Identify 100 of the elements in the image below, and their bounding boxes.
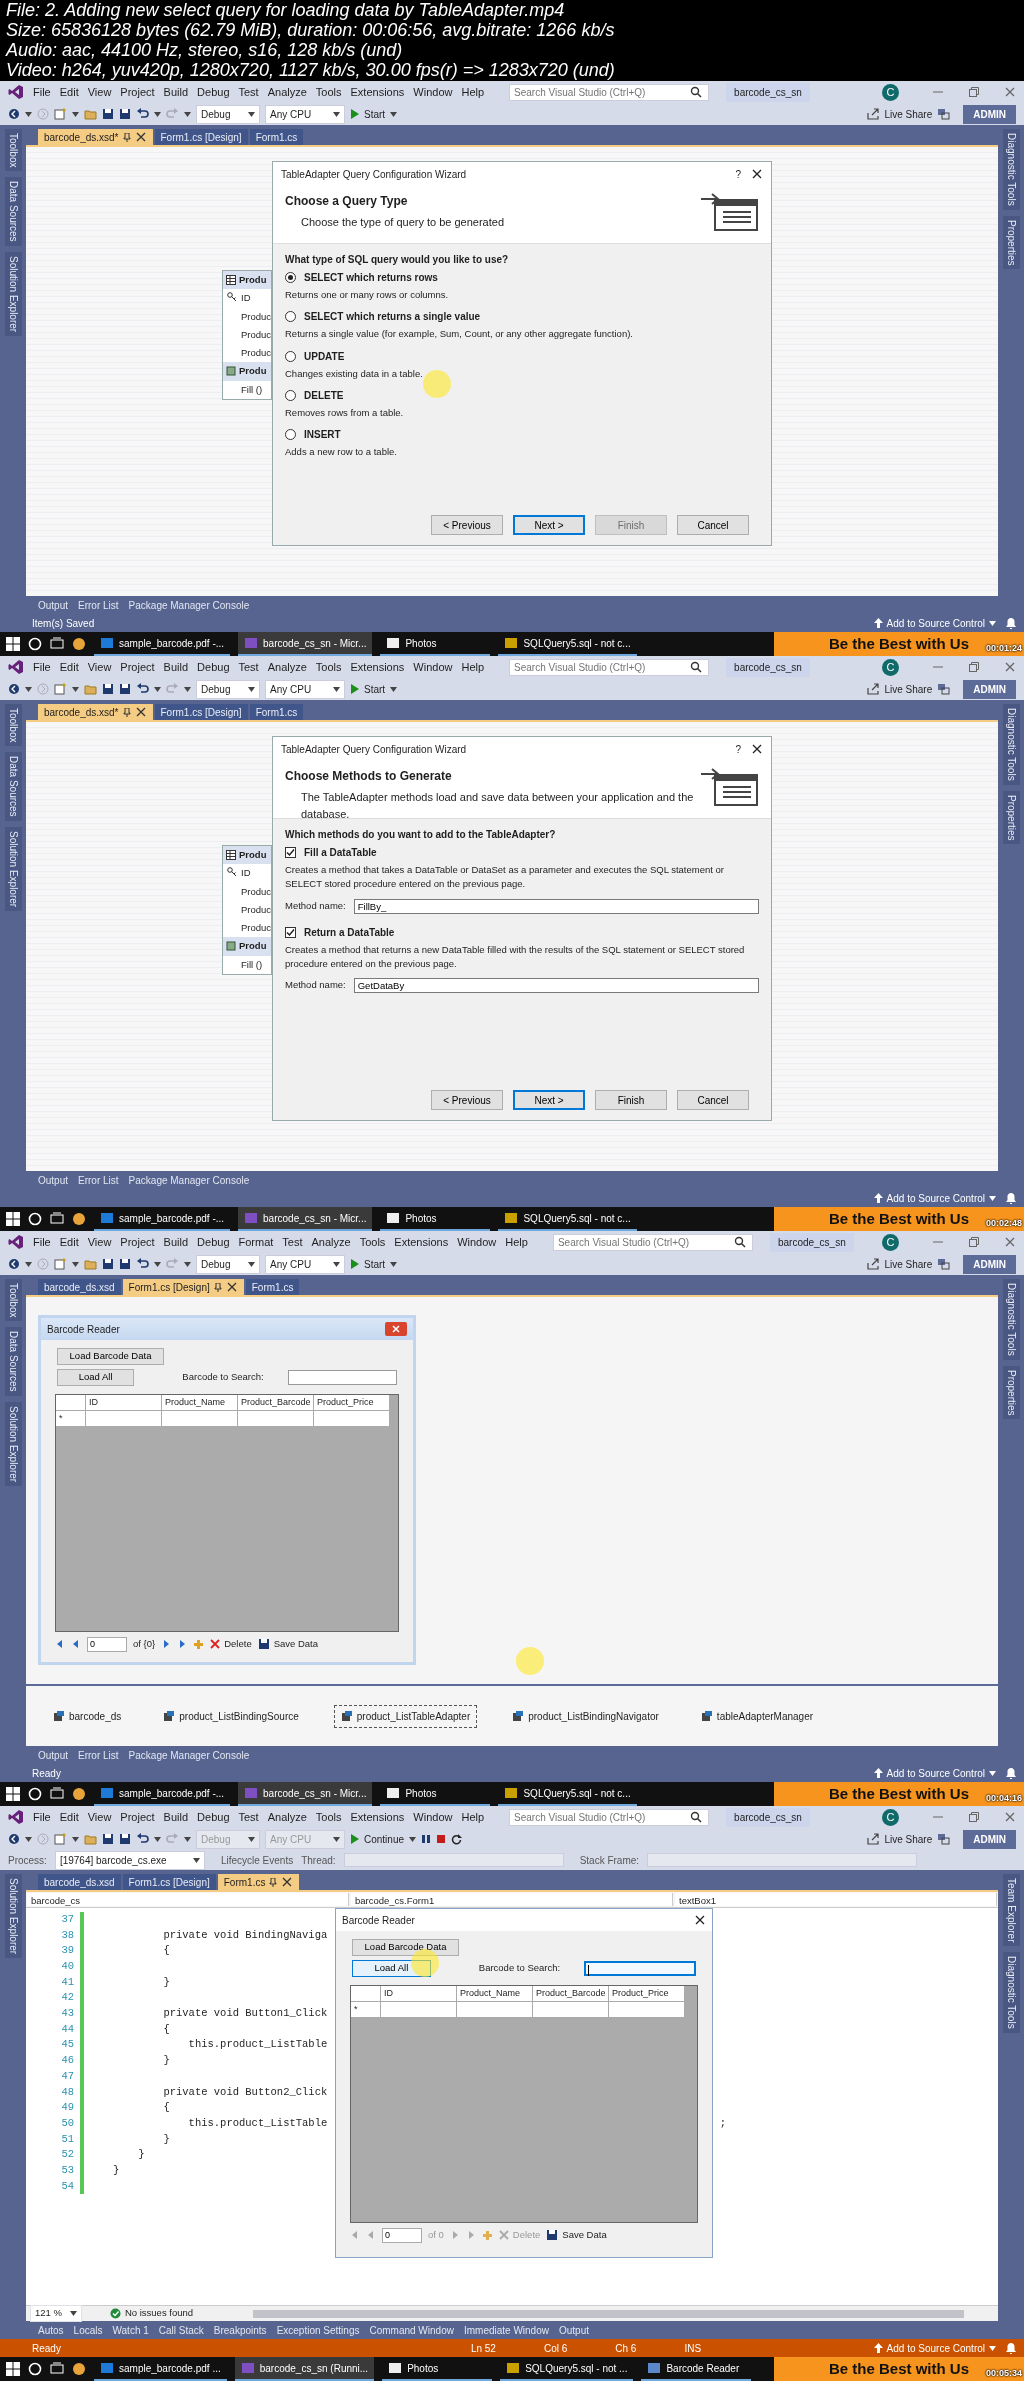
share-icon[interactable]	[867, 683, 881, 695]
app-icon[interactable]	[72, 637, 86, 651]
tool-tab[interactable]: Output	[558, 2322, 589, 2338]
radio-button[interactable]	[285, 389, 296, 401]
live-share-button[interactable]: Live Share	[867, 1831, 933, 1847]
tool-tab[interactable]: Watch 1	[112, 2322, 149, 2338]
menu-item[interactable]: File	[33, 1233, 51, 1251]
save-icon[interactable]	[102, 1258, 114, 1270]
pin-icon[interactable]	[122, 132, 131, 142]
position-field[interactable]: 0	[87, 1636, 127, 1652]
menu-item[interactable]: File	[33, 83, 51, 101]
component-item[interactable]: tableAdapterManager	[693, 1704, 821, 1728]
new-project-icon[interactable]	[54, 683, 67, 695]
menu-item[interactable]: Debug	[197, 1233, 230, 1251]
run-button[interactable]: Continue	[350, 1831, 405, 1847]
lifecycle-events-button[interactable]: Lifecycle Events	[220, 1852, 294, 1868]
avatar[interactable]: C	[882, 1808, 899, 1826]
process-dropdown[interactable]: [19764] barcode_cs.exe	[54, 1850, 205, 1870]
avatar[interactable]: C	[882, 1233, 899, 1251]
tool-tab[interactable]: Command Window	[369, 2322, 454, 2338]
search-icon[interactable]	[28, 1212, 42, 1226]
dock-tab[interactable]: Toolbox	[4, 129, 22, 172]
navigation-dropdown[interactable]: barcode_cs.Form1	[351, 1893, 673, 1906]
undo-icon[interactable]	[136, 108, 149, 120]
menu-item[interactable]: View	[87, 1808, 112, 1826]
app-icon[interactable]	[72, 1212, 86, 1226]
app-icon[interactable]	[506, 2361, 521, 2375]
radio-button[interactable]	[285, 429, 296, 440]
account-button[interactable]: ADMIN	[963, 679, 1016, 699]
component-item[interactable]: barcode_ds	[46, 1704, 129, 1728]
menu-item[interactable]: Test	[282, 1233, 303, 1251]
menu-item[interactable]: Edit	[59, 658, 79, 676]
menu-item[interactable]: Debug	[197, 658, 230, 676]
tool-tab[interactable]: Immediate Window	[463, 2322, 549, 2338]
component-item[interactable]: product_ListBindingNavigator	[505, 1704, 666, 1728]
back-icon[interactable]	[8, 1258, 20, 1270]
menu-item[interactable]: Extensions	[350, 658, 405, 676]
menu-item[interactable]: View	[87, 83, 112, 101]
pin-icon[interactable]	[213, 1282, 222, 1292]
tool-tab[interactable]: Error List	[78, 1172, 119, 1188]
checkbox[interactable]	[285, 926, 296, 938]
button[interactable]: Load Barcode Data	[352, 1939, 459, 1956]
button[interactable]: < Previous	[431, 1090, 503, 1110]
task-view-icon[interactable]	[50, 637, 64, 651]
tool-tab[interactable]: Error List	[78, 1747, 119, 1763]
menu-item[interactable]: Help	[461, 1808, 485, 1826]
menu-item[interactable]: Edit	[59, 1808, 79, 1826]
close-icon[interactable]	[751, 168, 763, 180]
document-tab[interactable]: Form1.cs	[217, 1874, 300, 1890]
menu-item[interactable]: Tools	[315, 83, 342, 101]
tool-tab[interactable]: Exception Settings	[276, 2322, 360, 2338]
back-icon[interactable]	[8, 108, 20, 120]
back-icon[interactable]	[8, 1833, 20, 1845]
dock-tab[interactable]: Properties	[1002, 215, 1020, 270]
feedback-icon[interactable]	[937, 1258, 951, 1270]
menu-item[interactable]: Project	[120, 658, 155, 676]
app-icon[interactable]	[504, 636, 519, 650]
save-all-icon[interactable]	[119, 1833, 131, 1845]
new-project-icon[interactable]	[54, 1258, 67, 1270]
bell-icon[interactable]	[1006, 617, 1016, 629]
account-button[interactable]: ADMIN	[963, 104, 1016, 124]
configuration-dropdown[interactable]: Debug	[196, 679, 260, 699]
start-icon[interactable]	[6, 1787, 20, 1801]
app-icon[interactable]	[388, 2361, 403, 2375]
button[interactable]: Load All	[57, 1369, 135, 1386]
bell-icon[interactable]	[1006, 1192, 1016, 1204]
menu-item[interactable]: Project	[120, 1233, 155, 1251]
dock-tab[interactable]: Data Sources	[4, 1327, 22, 1397]
menu-item[interactable]: Extensions	[350, 83, 405, 101]
menu-item[interactable]: Test	[238, 83, 259, 101]
dock-tab[interactable]: Solution Explorer	[4, 1874, 22, 1959]
document-tab[interactable]: Form1.cs	[245, 1279, 300, 1295]
share-icon[interactable]	[867, 108, 881, 120]
dock-tab[interactable]: Properties	[1002, 1365, 1020, 1420]
task-view-icon[interactable]	[50, 2362, 64, 2376]
run-button[interactable]: Start	[350, 681, 386, 697]
search-icon[interactable]	[28, 1787, 42, 1801]
app-icon[interactable]	[72, 1787, 86, 1801]
feedback-icon[interactable]	[937, 683, 951, 695]
taskbar-item[interactable]: barcode_cs_sn (Runni...	[234, 2357, 375, 2381]
pause-icon[interactable]	[421, 1834, 432, 1844]
menu-item[interactable]: Analyze	[267, 658, 307, 676]
dock-tab[interactable]: Data Sources	[4, 177, 22, 247]
run-button[interactable]: Start	[350, 106, 386, 122]
close-icon[interactable]	[281, 1876, 294, 1888]
menu-item[interactable]: Window	[413, 1808, 453, 1826]
menu-item[interactable]: Help	[461, 658, 485, 676]
account-button[interactable]: ADMIN	[963, 1829, 1016, 1849]
menu-item[interactable]: Help	[505, 1233, 528, 1251]
radio-button[interactable]	[285, 311, 296, 323]
taskbar-item[interactable]: barcode_cs_sn - Micr...	[238, 1207, 373, 1231]
start-icon[interactable]	[6, 1212, 20, 1226]
save-icon[interactable]	[102, 108, 114, 120]
bell-icon[interactable]	[1006, 1767, 1016, 1779]
method-name-field[interactable]: FillBy_	[353, 898, 759, 914]
configuration-dropdown[interactable]: Debug	[196, 104, 260, 124]
platform-dropdown[interactable]: Any CPU	[265, 679, 345, 699]
dock-tab[interactable]: Toolbox	[4, 704, 22, 747]
close-icon[interactable]	[134, 131, 147, 143]
start-icon[interactable]	[6, 2362, 20, 2376]
